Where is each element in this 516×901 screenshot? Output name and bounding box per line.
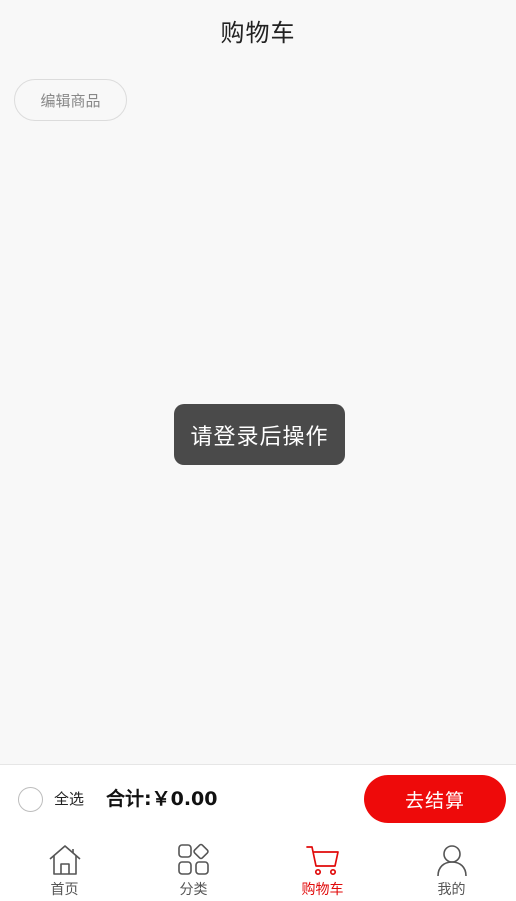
category-icon — [177, 843, 209, 875]
tab-bar: 首页 分类 购物车 我的 — [0, 832, 516, 901]
login-toast: 请登录后操作 — [174, 404, 345, 465]
page-title: 购物车 — [220, 18, 296, 47]
cart-page: 购物车 编辑商品 请登录后操作 全选 合计:￥0.00 去结算 首页 分类 购物… — [0, 0, 516, 901]
tab-category-label: 分类 — [179, 882, 208, 898]
tab-cart-label: 购物车 — [301, 882, 344, 898]
user-icon — [436, 845, 467, 877]
select-all-checkbox[interactable] — [18, 787, 43, 812]
checkout-button[interactable]: 去结算 — [364, 775, 506, 823]
total-label: 合计: — [106, 788, 152, 810]
tab-mine[interactable]: 我的 — [387, 832, 516, 901]
tab-mine-label: 我的 — [437, 882, 466, 898]
total-value: ￥0.00 — [151, 788, 218, 810]
edit-items-button[interactable]: 编辑商品 — [14, 79, 127, 121]
tab-home[interactable]: 首页 — [0, 832, 129, 901]
tab-cart[interactable]: 购物车 — [258, 832, 387, 901]
select-all-label: 全选 — [54, 790, 85, 808]
header: 购物车 — [0, 0, 516, 60]
total-amount: 合计:￥0.00 — [106, 785, 218, 813]
tab-home-label: 首页 — [50, 882, 79, 898]
home-icon — [48, 845, 81, 875]
cart-icon — [305, 846, 339, 876]
tab-category[interactable]: 分类 — [129, 832, 258, 901]
checkout-bar: 全选 合计:￥0.00 去结算 — [0, 764, 516, 832]
